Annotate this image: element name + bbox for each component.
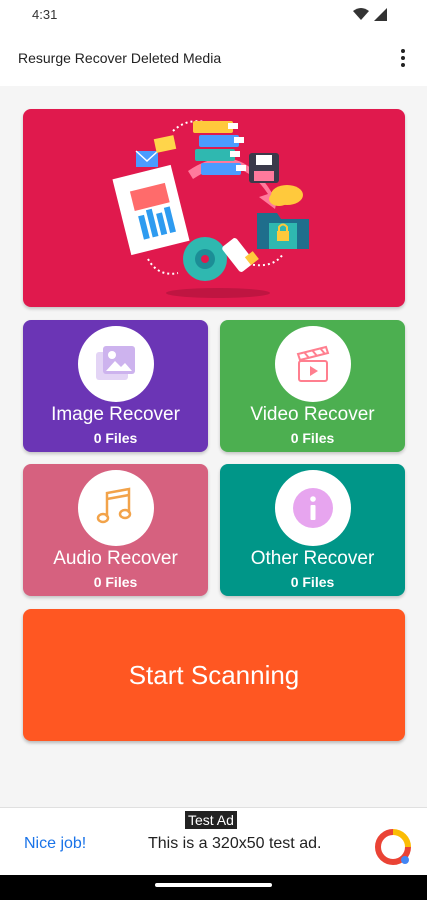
ad-banner[interactable]: Test Ad Nice job! This is a 320x50 test … — [0, 807, 427, 875]
tile-title: Audio Recover — [53, 548, 178, 569]
app-title: Resurge Recover Deleted Media — [18, 50, 222, 66]
recovery-illustration-icon — [112, 120, 309, 298]
other-recover-tile[interactable]: Other Recover 0 Files — [220, 464, 405, 596]
ad-label: Test Ad — [185, 811, 237, 829]
app-bar: Resurge Recover Deleted Media — [0, 30, 427, 86]
image-icon-circle — [78, 326, 154, 402]
video-recover-tile[interactable]: Video Recover 0 Files — [220, 320, 405, 452]
more-vert-icon — [401, 49, 405, 53]
tile-title: Video Recover — [250, 404, 375, 425]
info-icon — [293, 488, 333, 528]
image-recover-tile[interactable]: Image Recover 0 Files — [23, 320, 208, 452]
wifi-icon — [353, 8, 369, 20]
more-options-button[interactable] — [393, 46, 413, 70]
navigation-bar — [0, 875, 427, 900]
ad-text: This is a 320x50 test ad. — [148, 835, 322, 852]
tile-title: Image Recover — [51, 404, 180, 425]
tile-count: 0 Files — [93, 574, 138, 590]
audio-icon-circle — [78, 470, 154, 546]
signal-icon — [374, 8, 387, 21]
image-icon — [96, 346, 135, 380]
tile-count: 0 Files — [93, 430, 138, 446]
hero-banner — [23, 109, 405, 307]
audio-recover-tile[interactable]: Audio Recover 0 Files — [23, 464, 208, 596]
other-icon-circle — [275, 470, 351, 546]
status-bar: 4:31 — [0, 0, 427, 30]
start-scanning-button[interactable]: Start Scanning — [23, 609, 405, 741]
tile-count: 0 Files — [290, 430, 335, 446]
video-icon-circle — [275, 326, 351, 402]
ad-logo-icon — [375, 829, 411, 865]
home-gesture-handle[interactable] — [155, 883, 272, 887]
ad-nice-text: Nice job! — [24, 835, 87, 852]
tile-count: 0 Files — [290, 574, 335, 590]
tile-title: Other Recover — [250, 548, 375, 569]
clapperboard-icon — [296, 345, 330, 382]
status-icons — [353, 8, 387, 21]
main-content: Image Recover 0 Files Video Recover 0 Fi… — [0, 86, 427, 807]
music-note-icon — [96, 487, 132, 524]
status-time: 4:31 — [32, 7, 58, 22]
